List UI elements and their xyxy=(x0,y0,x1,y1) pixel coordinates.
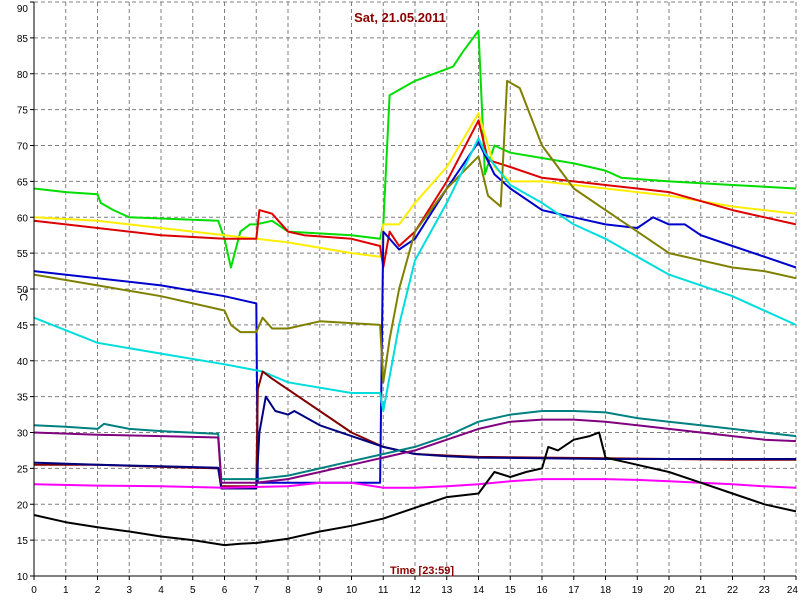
y-tick-label: 30 xyxy=(17,429,29,440)
y-tick-label: 60 xyxy=(17,213,29,224)
y-tick-label: 75 xyxy=(17,106,29,117)
x-tick-label: 6 xyxy=(222,585,228,596)
y-tick-label: 55 xyxy=(17,249,29,260)
y-tick-label: 65 xyxy=(17,177,29,188)
x-tick-label: 3 xyxy=(126,585,132,596)
x-tick-label: 17 xyxy=(568,585,580,596)
y-tick-label: 90 xyxy=(17,4,29,15)
x-tick-label: 20 xyxy=(663,585,675,596)
x-tick-label: 24 xyxy=(787,585,799,596)
x-axis-label: Time [23:59] xyxy=(390,565,454,577)
y-axis-label: °C xyxy=(17,289,29,301)
x-tick-label: 15 xyxy=(505,585,517,596)
x-tick-label: 11 xyxy=(378,585,389,596)
y-tick-label: 35 xyxy=(17,393,29,404)
y-tick-label: 25 xyxy=(17,464,29,475)
chart-title: Sat, 21.05.2011 xyxy=(354,10,446,25)
temperature-chart: 0 1 2 3 4 5 6 7 8 9 10 11 12 13 14 15 16 17 18 19 20 21 22 23 24… xyxy=(0,0,800,600)
x-tick-label: 18 xyxy=(600,585,612,596)
x-tick-label: 5 xyxy=(190,585,196,596)
x-tick-label: 14 xyxy=(473,585,485,596)
x-tick-label: 8 xyxy=(285,585,291,596)
y-tick-label: 20 xyxy=(17,500,29,511)
y-tick-label: 40 xyxy=(17,357,29,368)
y-tick-label: 45 xyxy=(17,321,29,332)
x-tick-label: 4 xyxy=(158,585,164,596)
x-tick-label: 10 xyxy=(346,585,358,596)
x-tick-label: 19 xyxy=(632,585,644,596)
x-tick-label: 21 xyxy=(695,585,707,596)
x-tick-label: 16 xyxy=(536,585,548,596)
y-tick-label: 85 xyxy=(17,34,29,45)
x-tick-label: 22 xyxy=(727,585,739,596)
y-tick-label: 10 xyxy=(17,572,29,583)
y-tick-label: 15 xyxy=(17,536,29,547)
y-tick-label: 70 xyxy=(17,142,29,153)
x-tick-label: 7 xyxy=(253,585,259,596)
x-tick-label: 9 xyxy=(317,585,323,596)
x-tick-label: 13 xyxy=(441,585,453,596)
x-tick-label: 0 xyxy=(31,585,37,596)
x-tick-label: 12 xyxy=(409,585,421,596)
y-tick-label: 80 xyxy=(17,70,29,81)
x-tick-label: 23 xyxy=(759,585,771,596)
x-tick-label: 1 xyxy=(63,585,69,596)
x-tick-label: 2 xyxy=(95,585,101,596)
